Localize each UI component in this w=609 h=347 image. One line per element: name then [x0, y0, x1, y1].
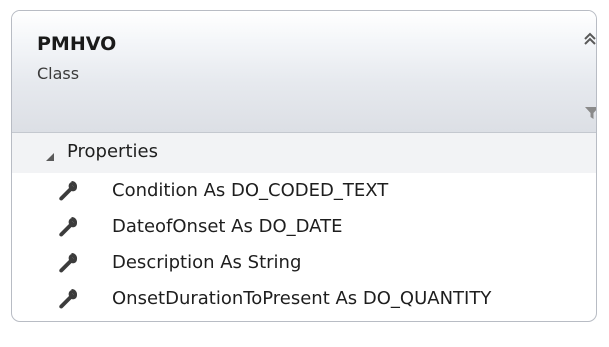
property-label: Condition As DO_CODED_TEXT: [112, 180, 389, 201]
class-header[interactable]: PMHVO Class: [12, 11, 596, 133]
class-shape[interactable]: PMHVO Class Properties Condition As DO_C…: [11, 10, 597, 322]
class-kind-label: Class: [37, 64, 80, 83]
property-item[interactable]: Condition As DO_CODED_TEXT: [12, 173, 596, 209]
wrench-icon: [57, 251, 79, 273]
property-item[interactable]: Description As String: [12, 245, 596, 281]
wrench-icon: [57, 215, 79, 237]
property-item[interactable]: OnsetDurationToPresent As DO_QUANTITY: [12, 281, 596, 317]
wrench-icon: [57, 179, 79, 201]
property-label: OnsetDurationToPresent As DO_QUANTITY: [112, 288, 492, 309]
filter-icon[interactable]: [584, 105, 596, 121]
triangle-expanded-icon[interactable]: [45, 147, 55, 161]
wrench-icon: [57, 287, 79, 309]
collapse-icon[interactable]: [582, 29, 596, 49]
class-name: PMHVO: [37, 33, 117, 55]
properties-list: Condition As DO_CODED_TEXT DateofOnset A…: [12, 173, 596, 317]
property-item[interactable]: DateofOnset As DO_DATE: [12, 209, 596, 245]
property-label: DateofOnset As DO_DATE: [112, 216, 343, 237]
property-label: Description As String: [112, 252, 302, 273]
properties-section-title: Properties: [67, 141, 158, 162]
